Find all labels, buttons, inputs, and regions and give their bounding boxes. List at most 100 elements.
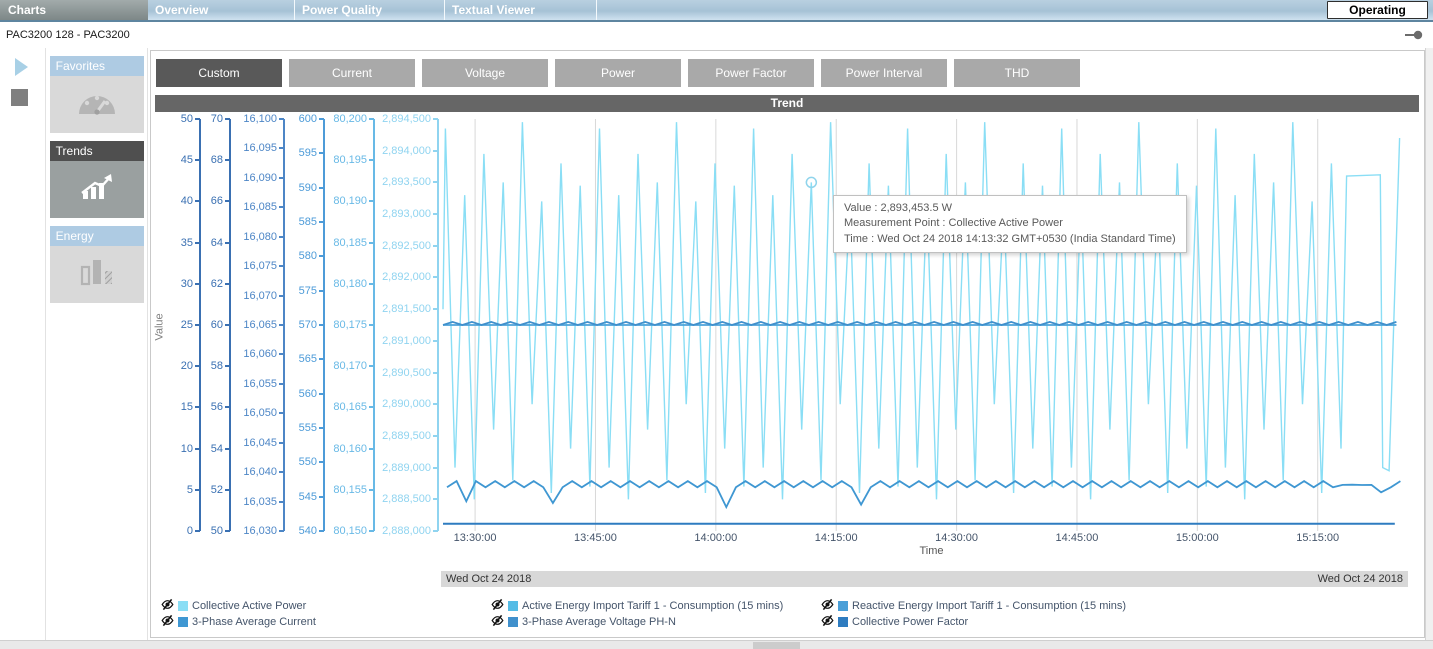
gauge-icon — [76, 88, 118, 121]
axis-tick-label: 16,050 — [243, 407, 284, 419]
chart-tab-voltage[interactable]: Voltage — [422, 59, 548, 87]
axis-tick-label: 54 — [211, 443, 230, 455]
axis-tick-label: 16,070 — [243, 290, 284, 302]
vertical-scrollbar-track[interactable] — [1425, 48, 1433, 640]
axis-tick-label: 570 — [299, 319, 324, 331]
sidebar-item-energy[interactable]: Energy — [50, 226, 144, 303]
axis-tick-label: 2,893,000 — [382, 208, 438, 220]
x-axis-title: Time — [441, 545, 1422, 559]
top-menu-bar: Charts OverviewPower QualityTextual View… — [0, 0, 1433, 22]
menu-item-overview[interactable]: Overview — [148, 0, 295, 20]
axis-tick-label: 20 — [181, 360, 200, 372]
menu-item-textual-viewer[interactable]: Textual Viewer — [445, 0, 597, 20]
date-range-end: Wed Oct 24 2018 — [1318, 571, 1403, 587]
menu-item-power-quality[interactable]: Power Quality — [295, 0, 445, 20]
horizontal-scrollbar-thumb[interactable] — [753, 642, 800, 649]
axis-tick-label: 60 — [211, 319, 230, 331]
chart-tab-power[interactable]: Power — [555, 59, 681, 87]
sidebar-item-favorites[interactable]: Favorites — [50, 56, 144, 133]
date-range-start: Wed Oct 24 2018 — [446, 571, 531, 587]
horizontal-scrollbar-track[interactable] — [0, 640, 1433, 649]
axis-tick-label: 16,040 — [243, 466, 284, 478]
legend-label: Active Energy Import Tariff 1 - Consumpt… — [522, 600, 783, 612]
date-range-bar[interactable]: Wed Oct 24 2018 Wed Oct 24 2018 — [441, 571, 1408, 587]
visibility-toggle-icon[interactable] — [491, 598, 504, 614]
axis-tick-label: 80,155 — [333, 484, 374, 496]
axis-tick-label: 80,195 — [333, 154, 374, 166]
axis-tick-label: 58 — [211, 360, 230, 372]
x-axis-tick-label: 15:00:00 — [1176, 532, 1219, 544]
visibility-toggle-icon[interactable] — [821, 614, 834, 630]
visibility-toggle-icon[interactable] — [821, 598, 834, 614]
legend-color-swatch — [838, 601, 848, 611]
axis-tick-label: 16,080 — [243, 231, 284, 243]
axis-tick-label: 30 — [181, 278, 200, 290]
chart-tab-power-factor[interactable]: Power Factor — [688, 59, 814, 87]
axis-tick-label: 16,095 — [243, 142, 284, 154]
legend-color-swatch — [838, 617, 848, 627]
legend-item-3-phase-average-voltage-ph-n[interactable]: 3-Phase Average Voltage PH-N — [491, 614, 821, 630]
axis-tick-label: 16,035 — [243, 496, 284, 508]
axis-tick-label: 16,045 — [243, 437, 284, 449]
axis-tick-label: 16,060 — [243, 348, 284, 360]
legend-color-swatch — [508, 617, 518, 627]
operating-status-button[interactable]: Operating — [1327, 1, 1428, 19]
legend-item-3-phase-average-current[interactable]: 3-Phase Average Current — [161, 614, 491, 630]
axis-tick-label: 16,065 — [243, 319, 284, 331]
y-axis-active-power-axis: 2,894,5002,894,0002,893,5002,893,0002,89… — [377, 119, 439, 531]
chart-legend: Collective Active Power3-Phase Average C… — [161, 598, 1422, 630]
chart-tab-custom[interactable]: Custom — [156, 59, 282, 87]
legend-label: Collective Power Factor — [852, 616, 968, 628]
axis-tick-label: 62 — [211, 278, 230, 290]
x-axis-tick-label: 15:15:00 — [1296, 532, 1339, 544]
tab-charts[interactable]: Charts — [0, 0, 148, 20]
axis-tick-label: 545 — [299, 491, 324, 503]
chart-tab-power-interval[interactable]: Power Interval — [821, 59, 947, 87]
axis-tick-label: 16,085 — [243, 201, 284, 213]
axis-tick-label: 555 — [299, 422, 324, 434]
trend-plot-svg[interactable] — [441, 119, 1420, 531]
axis-tick-label: 45 — [181, 154, 200, 166]
axis-tick-label: 50 — [211, 525, 230, 537]
axis-tick-label: 2,892,000 — [382, 271, 438, 283]
tooltip-measurement-point: Measurement Point : Collective Active Po… — [844, 216, 1176, 231]
y-axis-current-power-factor-axis: 50454035302520151050 — [171, 119, 201, 531]
axis-tick-label: 2,891,000 — [382, 335, 438, 347]
expand-sidebar-icon[interactable] — [15, 58, 28, 76]
trend-chart: Value 5045403530252015105070686664626058… — [155, 119, 1422, 559]
axis-tick-label: 16,100 — [243, 113, 284, 125]
x-axis-tick-label: 13:30:00 — [454, 532, 497, 544]
axis-tick-label: 80,200 — [333, 113, 374, 125]
rail-square-button[interactable] — [11, 89, 28, 106]
axis-tick-label: 35 — [181, 237, 200, 249]
legend-item-collective-power-factor[interactable]: Collective Power Factor — [821, 614, 1151, 630]
visibility-toggle-icon[interactable] — [491, 614, 504, 630]
pin-icon[interactable] — [1405, 30, 1423, 43]
x-axis-tick-label: 14:45:00 — [1056, 532, 1099, 544]
legend-item-collective-active-power[interactable]: Collective Active Power — [161, 598, 491, 614]
left-rail — [0, 48, 46, 640]
device-title: PAC3200 128 - PAC3200 — [6, 29, 130, 41]
axis-tick-label: 2,894,500 — [382, 113, 438, 125]
chart-tab-bar: CustomCurrentVoltagePowerPower FactorPow… — [156, 59, 1422, 87]
axis-tick-label: 80,150 — [333, 525, 374, 537]
axis-tick-label: 5 — [187, 484, 200, 496]
sidebar-item-trends[interactable]: Trends — [50, 141, 144, 218]
plot-area[interactable]: Value : 2,893,453.5 W Measurement Point … — [441, 119, 1420, 531]
axis-tick-label: 580 — [299, 250, 324, 262]
visibility-toggle-icon[interactable] — [161, 614, 174, 630]
axis-tick-label: 540 — [299, 525, 324, 537]
chart-tab-current[interactable]: Current — [289, 59, 415, 87]
axis-tick-label: 2,889,000 — [382, 462, 438, 474]
visibility-toggle-icon[interactable] — [161, 598, 174, 614]
legend-color-swatch — [178, 601, 188, 611]
legend-item-active-energy-import-tariff-1-consumption-15-mins[interactable]: Active Energy Import Tariff 1 - Consumpt… — [491, 598, 821, 614]
chart-tab-thd[interactable]: THD — [954, 59, 1080, 87]
legend-item-reactive-energy-import-tariff-1-consumption-15-mins[interactable]: Reactive Energy Import Tariff 1 - Consum… — [821, 598, 1151, 614]
axis-tick-label: 64 — [211, 237, 230, 249]
x-axis-ticks: 13:30:0013:45:0014:00:0014:15:0014:30:00… — [441, 531, 1422, 545]
axis-tick-label: 590 — [299, 182, 324, 194]
axis-tick-label: 2,890,500 — [382, 367, 438, 379]
axis-tick-label: 50 — [181, 113, 200, 125]
x-axis-tick-label: 14:15:00 — [815, 532, 858, 544]
